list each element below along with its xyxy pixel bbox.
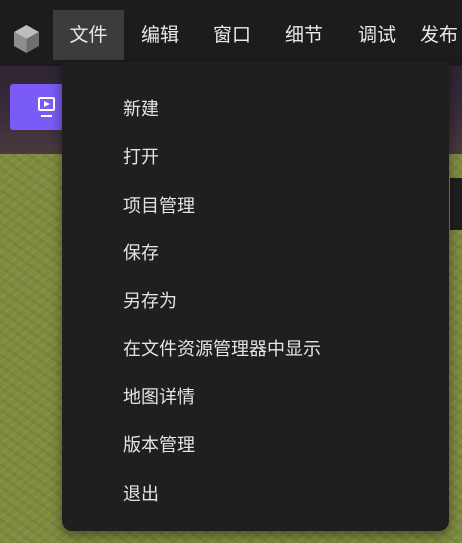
- play-preview-icon-base: [41, 115, 52, 117]
- top-menu-bar: 文件 编辑 窗口 细节 调试 发布: [0, 0, 462, 66]
- play-preview-button[interactable]: [10, 84, 65, 130]
- file-menu-new[interactable]: 新建: [123, 95, 159, 125]
- play-preview-icon: [38, 97, 55, 111]
- file-menu-map-details[interactable]: 地图详情: [123, 383, 195, 413]
- file-menu-open[interactable]: 打开: [123, 143, 159, 173]
- menu-publish[interactable]: 发布: [420, 10, 462, 60]
- menu-edit[interactable]: 编辑: [128, 10, 192, 60]
- menu-file[interactable]: 文件: [53, 10, 124, 60]
- file-menu-save[interactable]: 保存: [123, 239, 159, 269]
- file-menu-project-management[interactable]: 项目管理: [123, 192, 195, 222]
- menu-details[interactable]: 细节: [272, 10, 336, 60]
- side-panel-edge: [450, 178, 462, 230]
- file-dropdown-menu: 新建 打开 项目管理 保存 另存为 在文件资源管理器中显示 地图详情 版本管理 …: [62, 62, 449, 531]
- cube-logo-icon[interactable]: [10, 22, 43, 55]
- file-menu-show-in-explorer[interactable]: 在文件资源管理器中显示: [123, 335, 321, 365]
- file-menu-exit[interactable]: 退出: [123, 480, 159, 510]
- menu-debug[interactable]: 调试: [345, 10, 409, 60]
- menu-window[interactable]: 窗口: [200, 10, 264, 60]
- file-menu-version-management[interactable]: 版本管理: [123, 431, 195, 461]
- file-menu-save-as[interactable]: 另存为: [123, 287, 177, 317]
